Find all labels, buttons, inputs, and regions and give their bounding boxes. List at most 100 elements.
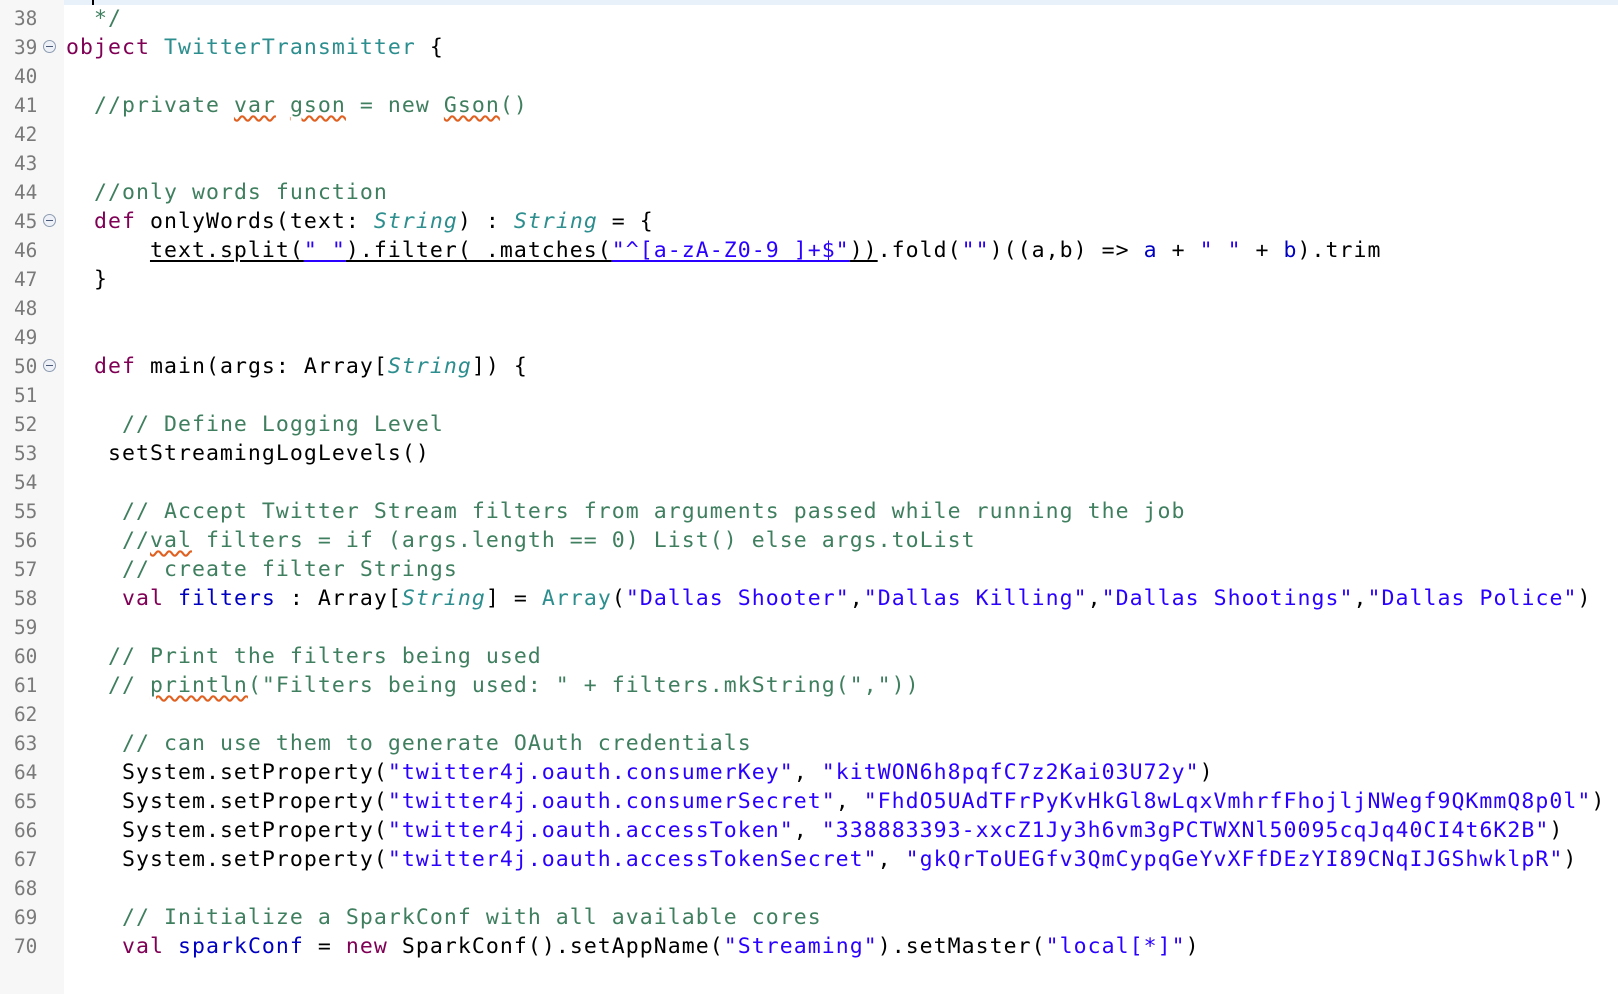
line-number: 52 — [14, 413, 38, 436]
code-text[interactable]: def onlyWords(text: String) : String = { — [66, 207, 654, 236]
code-line[interactable]: 70 val sparkConf = new SparkConf().setAp… — [0, 932, 1618, 961]
code-line[interactable]: 41 //private var gson = new Gson() — [0, 91, 1618, 120]
code-line[interactable]: 44 //only words function — [0, 178, 1618, 207]
code-editor[interactable]: 38 */39 object TwitterTransmitter {40 41 /… — [0, 0, 1618, 994]
code-text[interactable]: System.setProperty("twitter4j.oauth.cons… — [66, 758, 1214, 787]
code-token: val — [149, 528, 192, 553]
code-line[interactable]: 65 System.setProperty("twitter4j.oauth.c… — [0, 787, 1618, 816]
line-number: 61 — [14, 674, 38, 697]
code-text[interactable]: // Print the filters being used — [66, 642, 542, 671]
code-line[interactable]: 40 — [0, 62, 1618, 91]
fold-toggle-icon[interactable] — [43, 214, 56, 227]
code-token: ("Filters being used: " + filters.mkStri… — [247, 673, 920, 698]
code-line[interactable]: 38 */ — [0, 4, 1618, 33]
code-text[interactable]: object TwitterTransmitter { — [66, 33, 444, 62]
code-line[interactable]: 45 def onlyWords(text: String) : String … — [0, 207, 1618, 236]
code-line[interactable]: 59 — [0, 613, 1618, 642]
code-text[interactable]: val sparkConf = new SparkConf().setAppNa… — [66, 932, 1200, 961]
code-token: "twitter4j.oauth.consumerKey" — [387, 760, 794, 785]
code-token: "twitter4j.oauth.accessToken" — [387, 818, 794, 843]
code-token: ( — [611, 586, 626, 611]
code-line[interactable]: 48 — [0, 294, 1618, 323]
code-token: ).trim — [1297, 238, 1382, 263]
code-line[interactable]: 67 System.setProperty("twitter4j.oauth.a… — [0, 845, 1618, 874]
code-token: String — [373, 209, 458, 234]
code-line[interactable]: 50 def main(args: Array[String]) { — [0, 352, 1618, 381]
code-line[interactable]: 60 // Print the filters being used — [0, 642, 1618, 671]
code-line[interactable]: 53 setStreamingLogLevels() — [0, 439, 1618, 468]
code-token: "Dallas Police" — [1367, 586, 1578, 611]
code-line[interactable]: 57 // create filter Strings — [0, 555, 1618, 584]
code-line[interactable]: 42 — [0, 120, 1618, 149]
code-text[interactable]: //only words function — [66, 178, 388, 207]
code-line[interactable]: 54 — [0, 468, 1618, 497]
code-line[interactable]: 49 — [0, 323, 1618, 352]
fold-toggle-icon[interactable] — [43, 359, 56, 372]
code-line[interactable]: 61 // println("Filters being used: " + f… — [0, 671, 1618, 700]
code-text[interactable]: // Initialize a SparkConf with all avail… — [66, 903, 822, 932]
line-number: 68 — [14, 877, 38, 900]
code-line[interactable]: 47 } — [0, 265, 1618, 294]
code-line[interactable]: 58 val filters : Array[String] = Array("… — [0, 584, 1618, 613]
code-line[interactable]: 69 // Initialize a SparkConf with all av… — [0, 903, 1618, 932]
code-line[interactable]: 46 text.split(" ").filter(_.matches("^[a… — [0, 236, 1618, 265]
code-token: val — [121, 934, 178, 959]
code-line[interactable]: 66 System.setProperty("twitter4j.oauth.a… — [0, 816, 1618, 845]
code-text[interactable]: // Accept Twitter Stream filters from ar… — [66, 497, 1186, 526]
code-token: setStreamingLogLevels() — [107, 441, 430, 466]
code-line[interactable]: 51 — [0, 381, 1618, 410]
line-number: 49 — [14, 326, 38, 349]
code-text[interactable]: //val filters = if (args.length == 0) Li… — [66, 526, 976, 555]
code-token: b — [1283, 238, 1298, 263]
code-token: "" — [961, 238, 990, 263]
code-lines[interactable]: 38 */39 object TwitterTransmitter {40 41 /… — [0, 4, 1618, 961]
code-token: , — [793, 818, 822, 843]
code-token: //only words function — [94, 180, 388, 205]
code-line[interactable]: 55 // Accept Twitter Stream filters from… — [0, 497, 1618, 526]
code-text[interactable]: text.split(" ").filter(_.matches("^[a-zA… — [66, 236, 1382, 265]
code-token: // — [121, 528, 150, 553]
code-token: // Accept Twitter Stream filters from ar… — [121, 499, 1186, 524]
line-number: 55 — [14, 500, 38, 523]
line-number: 41 — [14, 94, 38, 117]
code-text[interactable]: val filters : Array[String] = Array("Dal… — [66, 584, 1591, 613]
code-line[interactable]: 43 — [0, 149, 1618, 178]
code-line[interactable]: 63 // can use them to generate OAuth cre… — [0, 729, 1618, 758]
code-text[interactable]: */ — [66, 4, 122, 33]
code-text[interactable]: System.setProperty("twitter4j.oauth.acce… — [66, 816, 1563, 845]
code-token: = new — [345, 93, 444, 118]
code-text[interactable]: System.setProperty("twitter4j.oauth.cons… — [66, 787, 1605, 816]
code-line[interactable]: 62 — [0, 700, 1618, 729]
line-number: 54 — [14, 471, 38, 494]
code-text[interactable]: // Define Logging Level — [66, 410, 444, 439]
code-text[interactable]: System.setProperty("twitter4j.oauth.acce… — [66, 845, 1577, 874]
code-text[interactable]: setStreamingLogLevels() — [66, 439, 430, 468]
code-text[interactable]: // println("Filters being used: " + filt… — [66, 671, 920, 700]
code-token: ) — [1199, 760, 1214, 785]
code-line[interactable]: 52 // Define Logging Level — [0, 410, 1618, 439]
code-token: "Dallas Killing" — [863, 586, 1088, 611]
code-token: )((a,b) => — [989, 238, 1144, 263]
code-text[interactable]: //private var gson = new Gson() — [66, 91, 528, 120]
code-token: , — [835, 789, 864, 814]
code-text[interactable]: // can use them to generate OAuth creden… — [66, 729, 752, 758]
code-token: object — [66, 35, 164, 60]
code-line[interactable]: 56 //val filters = if (args.length == 0)… — [0, 526, 1618, 555]
code-text[interactable]: def main(args: Array[String]) { — [66, 352, 528, 381]
code-line[interactable]: 68 — [0, 874, 1618, 903]
code-text[interactable]: // create filter Strings — [66, 555, 458, 584]
code-line[interactable]: 64 System.setProperty("twitter4j.oauth.c… — [0, 758, 1618, 787]
line-number: 56 — [14, 529, 38, 552]
fold-toggle-icon[interactable] — [43, 40, 56, 53]
code-token: ] = — [485, 586, 542, 611]
code-text[interactable]: } — [66, 265, 108, 294]
code-line[interactable]: 39 object TwitterTransmitter { — [0, 33, 1618, 62]
code-token: "Dallas Shootings" — [1101, 586, 1354, 611]
